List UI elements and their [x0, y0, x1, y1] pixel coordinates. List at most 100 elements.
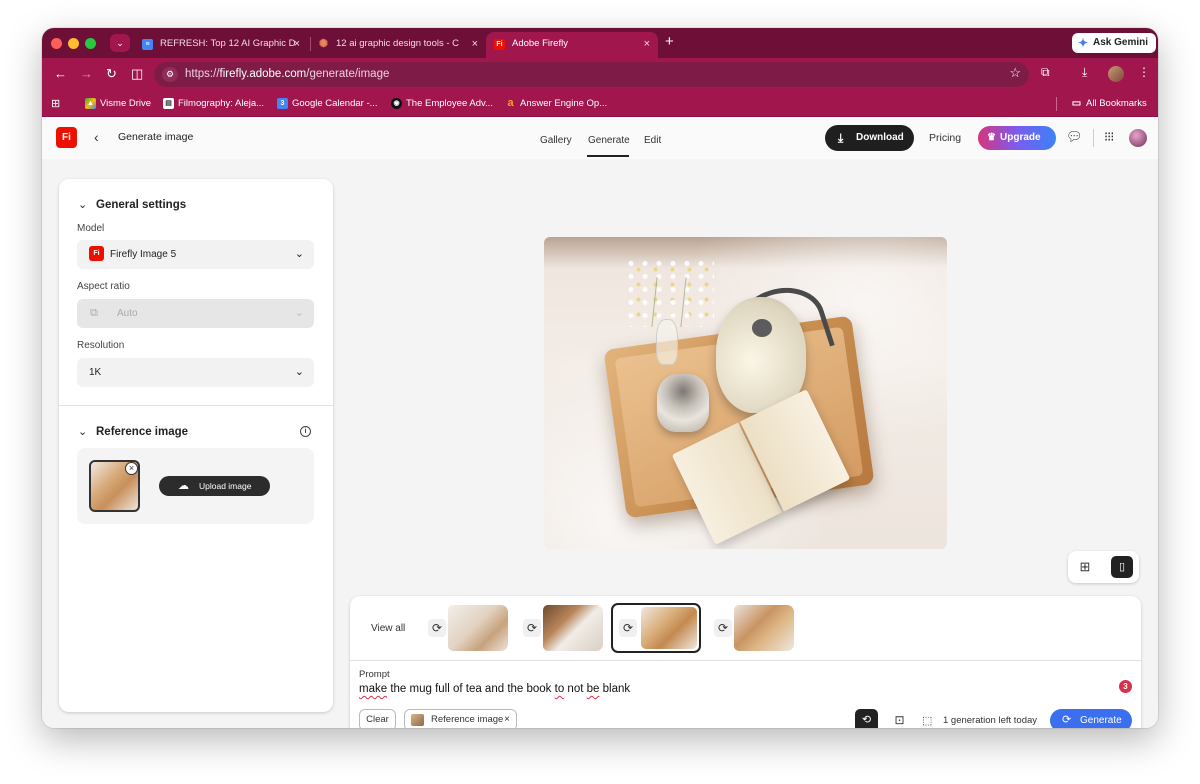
credits-remaining-text: 1 generation left today [943, 715, 1038, 726]
bookmark-visme-drive[interactable]: ▲ Visme Drive [85, 91, 151, 117]
chevron-down-icon: ⌄ [294, 366, 304, 378]
site-info-icon[interactable]: ⚙ [162, 67, 178, 82]
split-view-icon[interactable]: ◫ [131, 66, 143, 82]
edit-image-icon[interactable]: ⟳ [619, 619, 637, 637]
back-arrow-icon[interactable]: ← [54, 66, 67, 82]
aspect-ratio-select: ⧉ Auto ⌄ [77, 299, 314, 328]
more-menu-icon[interactable]: ⋮ [1138, 65, 1150, 79]
tab-title: Adobe Firefly [512, 38, 568, 49]
bookmark-label: Visme Drive [100, 98, 152, 109]
thumbnail-image [641, 607, 697, 649]
reference-image-chip[interactable]: Reference image × [404, 709, 517, 728]
prompt-format-icon[interactable]: ⊡ [888, 709, 911, 728]
generated-image[interactable] [544, 237, 947, 549]
spellcheck-badge[interactable]: 3 [1119, 680, 1132, 693]
thumbnail-image [448, 605, 508, 651]
maximize-window-button[interactable] [85, 38, 96, 49]
tab-claude[interactable]: ✺ 12 ai graphic design tools - C × [310, 32, 486, 58]
remove-reference-icon[interactable]: × [125, 462, 138, 475]
bookmark-answer-engine[interactable]: a Answer Engine Op... [505, 91, 607, 117]
address-bar[interactable]: ⚙ https://firefly.adobe.com/generate/ima… [154, 62, 1029, 87]
grid-view-icon[interactable]: ⊞ [1075, 558, 1095, 576]
crown-icon: ♛ [987, 132, 996, 143]
download-button[interactable]: ⤓ Download [825, 125, 914, 151]
close-tab-icon[interactable]: × [472, 32, 478, 56]
tab-adobe-firefly[interactable]: Fi Adobe Firefly × [486, 32, 658, 58]
prompt-word: to [554, 683, 565, 695]
edit-image-icon[interactable]: ⟳ [523, 619, 541, 637]
tab-title: 12 ai graphic design tools - C [336, 38, 460, 49]
forward-arrow-icon[interactable]: → [80, 66, 93, 82]
firefly-page: Fi ‹ Generate image Gallery Generate Edi… [42, 117, 1158, 728]
edit-image-icon[interactable]: ⟳ [428, 619, 446, 637]
prompt-input[interactable]: make the mug full of tea and the book to… [359, 683, 630, 695]
remove-chip-icon[interactable]: × [504, 710, 510, 728]
new-tab-button[interactable]: + [665, 33, 674, 51]
tab-generate[interactable]: Generate [588, 135, 630, 146]
prompt-word: be [586, 683, 600, 695]
result-thumbnail-2[interactable]: ⟳ [517, 605, 603, 651]
prompt-word: the mug full of tea and the book [387, 683, 555, 695]
card-divider [350, 660, 1141, 661]
employee-adv-icon: ◉ [391, 98, 402, 109]
tab-refresh-doc[interactable]: ≡ REFRESH: Top 12 AI Graphic D × [134, 32, 308, 58]
thumbnail-image [543, 605, 603, 651]
bookmark-label: Filmography: Aleja... [178, 98, 265, 109]
resolution-select[interactable]: 1K ⌄ [77, 358, 314, 387]
bookmarks-bar: ⊞ ▲ Visme Drive ▤ Filmography: Aleja... … [42, 91, 1158, 117]
model-value: Firefly Image 5 [110, 249, 177, 260]
reference-image-header[interactable]: ⌄ Reference image [78, 426, 188, 438]
generate-button[interactable]: ⟳ Generate [1050, 709, 1132, 728]
firefly-logo[interactable]: Fi [56, 127, 77, 148]
ceramic-mug [657, 374, 709, 432]
download-icon[interactable]: ⤓ [1082, 65, 1087, 80]
pricing-link[interactable]: Pricing [929, 132, 961, 144]
chevron-down-icon: ⌄ [78, 426, 88, 438]
feedback-chat-icon[interactable]: 💬︎ [1066, 129, 1083, 145]
bookmark-label: The Employee Adv... [406, 98, 493, 109]
general-settings-title: General settings [96, 199, 187, 211]
tab-search-chevron-icon[interactable]: ⌄ [110, 34, 130, 52]
single-view-icon[interactable]: ▯ [1111, 556, 1133, 578]
bookmark-star-icon[interactable]: ☆ [1009, 65, 1021, 81]
result-thumbnail-3-selected[interactable]: ⟳ [611, 603, 701, 653]
minimize-window-button[interactable] [68, 38, 79, 49]
close-window-button[interactable] [51, 38, 62, 49]
bookmark-employee-adv[interactable]: ◉ The Employee Adv... [391, 91, 493, 117]
apps-grid-icon[interactable]: ⁝⁝⁝ [1104, 129, 1114, 145]
chevron-down-icon: ⌄ [294, 248, 304, 260]
all-bookmarks-folder[interactable]: ▭ All Bookmarks [1071, 91, 1147, 117]
tab-edit[interactable]: Edit [644, 135, 661, 146]
back-chevron-icon[interactable]: ‹ [94, 129, 99, 145]
prompt-word: not [564, 683, 587, 695]
result-thumbnail-1[interactable]: ⟳ [422, 605, 508, 651]
model-select[interactable]: Fi Firefly Image 5 ⌄ [77, 240, 314, 269]
result-thumbnail-4[interactable]: ⟳ [708, 605, 794, 651]
bookmark-google-calendar[interactable]: 3 Google Calendar -... [277, 91, 378, 117]
download-icon: ⤓ [838, 131, 844, 145]
clear-button[interactable]: Clear [359, 709, 396, 728]
general-settings-header[interactable]: ⌄ General settings [78, 199, 186, 211]
resolution-label: Resolution [77, 340, 125, 351]
url-text[interactable]: https://firefly.adobe.com/generate/image [185, 62, 389, 87]
profile-avatar[interactable] [1108, 66, 1124, 82]
aspect-ratio-icon: ⧉ [90, 307, 98, 319]
chevron-down-icon: ⌄ [78, 199, 88, 211]
history-icon[interactable]: ⟲ [855, 709, 878, 728]
bookmark-filmography[interactable]: ▤ Filmography: Aleja... [163, 91, 264, 117]
close-tab-icon[interactable]: × [644, 32, 650, 56]
close-tab-icon[interactable]: × [294, 32, 300, 56]
upgrade-button[interactable]: ♛ Upgrade [978, 126, 1056, 150]
reload-icon[interactable]: ↻ [106, 66, 117, 82]
info-icon[interactable]: i [300, 426, 311, 437]
aspect-ratio-value: Auto [117, 308, 138, 319]
header-divider [1093, 129, 1094, 147]
view-all-link[interactable]: View all [371, 623, 405, 634]
ask-gemini-button[interactable]: ✦ Ask Gemini [1072, 33, 1156, 53]
apps-grid-icon[interactable]: ⊞ [51, 98, 60, 110]
tab-gallery[interactable]: Gallery [540, 135, 572, 146]
edit-image-icon[interactable]: ⟳ [714, 619, 732, 637]
extensions-puzzle-icon[interactable]: ⧉ [1041, 65, 1050, 80]
user-avatar[interactable] [1129, 129, 1147, 147]
upload-image-button[interactable]: ☁︎ Upload image [159, 476, 270, 496]
